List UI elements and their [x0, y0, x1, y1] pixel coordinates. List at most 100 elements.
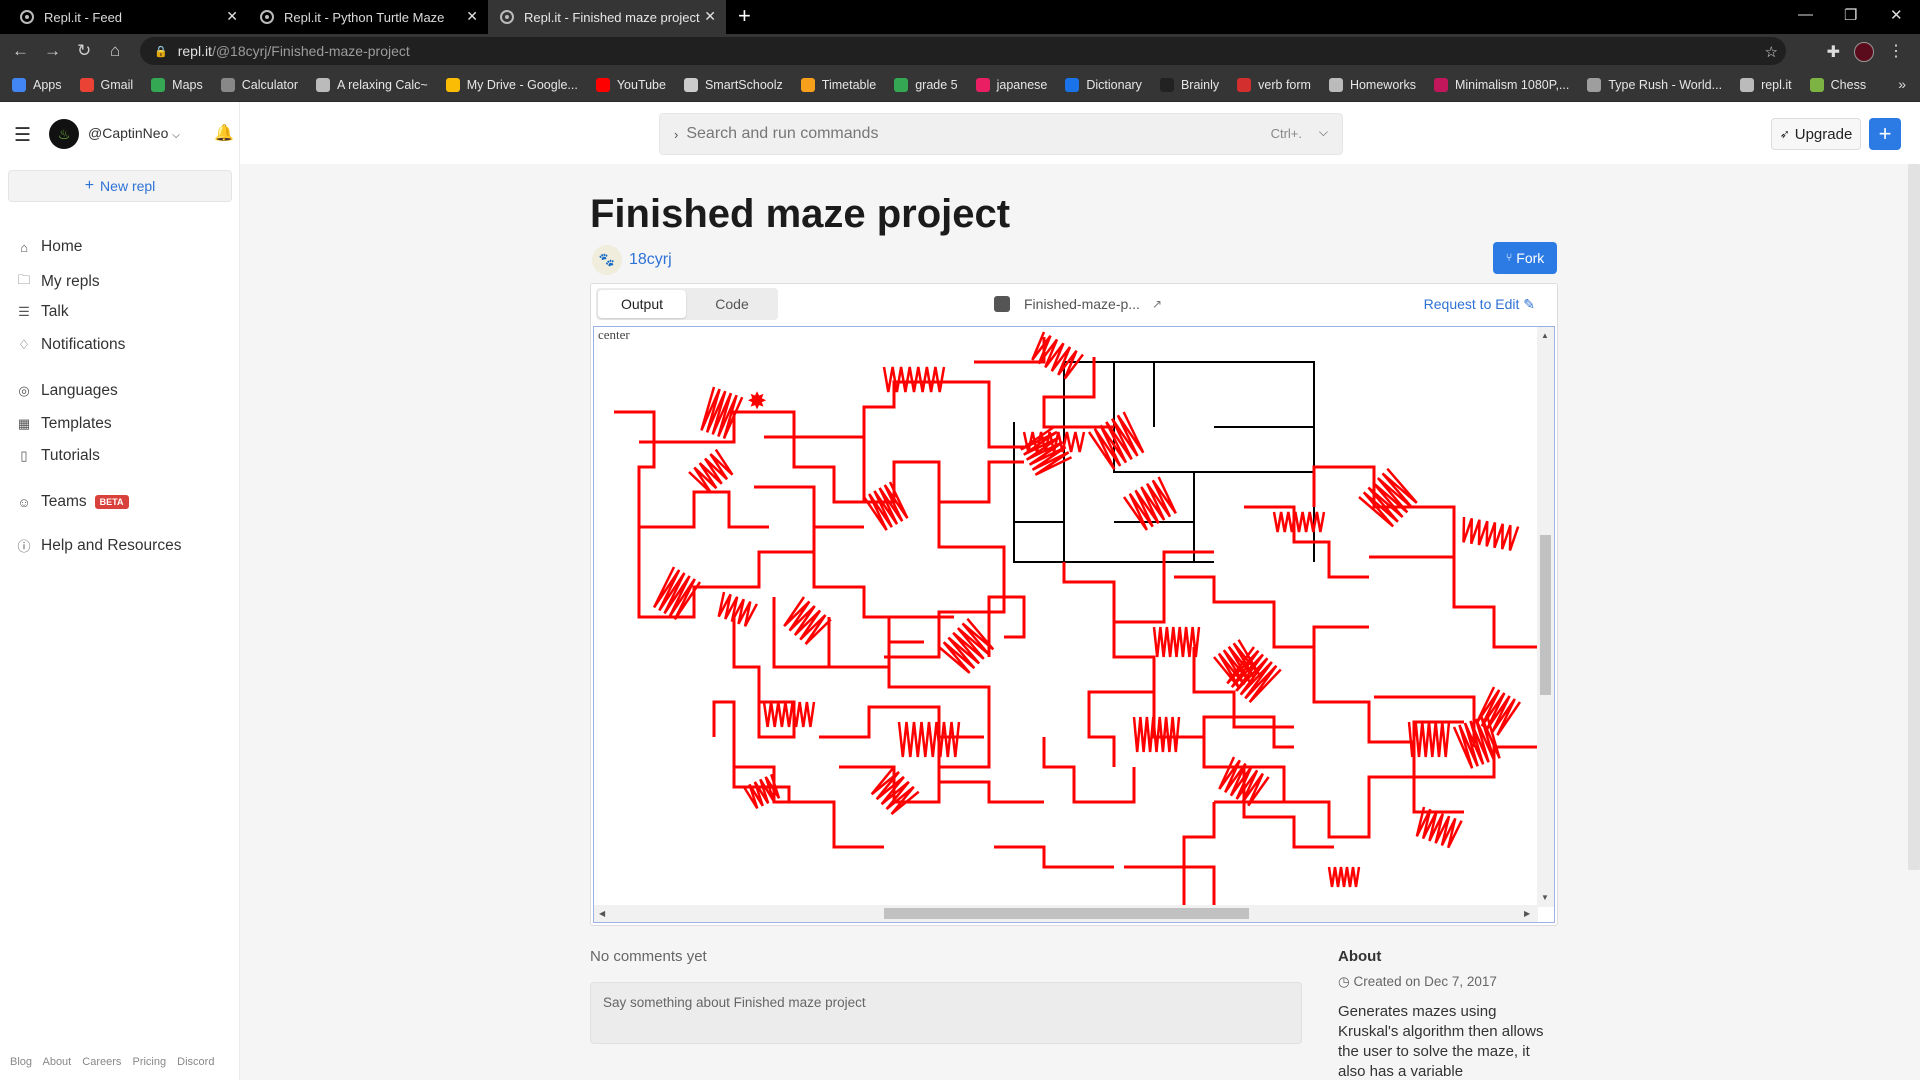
sidebar-item-my-repls[interactable]: 🗀 My repls: [16, 271, 100, 293]
globe-icon: ◎: [18, 383, 30, 398]
scroll-left-icon[interactable]: ◀: [599, 909, 605, 918]
search-input[interactable]: › Search and run commands Ctrl+. ⌵: [659, 113, 1343, 155]
bookmark-item[interactable]: verb form: [1237, 77, 1311, 92]
bookmark-item[interactable]: Brainly: [1159, 77, 1220, 92]
bookmark-item[interactable]: Apps: [12, 77, 62, 92]
sidebar-item-teams[interactable]: ☺ Teams BETA: [16, 493, 129, 511]
footer-link[interactable]: Pricing: [132, 1056, 166, 1068]
back-icon[interactable]: ←: [12, 42, 29, 60]
new-repl-label: New repl: [100, 178, 156, 194]
bookmark-item[interactable]: grade 5: [894, 77, 958, 92]
avatar[interactable]: ♨: [49, 119, 79, 149]
close-icon[interactable]: ✕: [704, 8, 716, 25]
minimize-icon[interactable]: —: [1798, 6, 1813, 23]
bookmark-item[interactable]: A relaxing Calc~: [316, 77, 428, 92]
bookmark-item[interactable]: japanese: [975, 77, 1047, 92]
browser-tab[interactable]: Repl.it - Feed ✕: [8, 0, 248, 34]
sidebar-item-home[interactable]: ⌂ Home: [16, 238, 82, 256]
search-placeholder: Search and run commands: [686, 125, 879, 142]
restore-icon[interactable]: ❐: [1844, 6, 1857, 24]
author-link[interactable]: 18cyrj: [629, 251, 672, 269]
scroll-down-icon[interactable]: ▼: [1541, 893, 1549, 902]
fork-button[interactable]: ⑂ Fork: [1493, 242, 1557, 274]
home-icon[interactable]: ⌂: [110, 42, 120, 60]
external-link-icon[interactable]: ↗: [1152, 297, 1162, 311]
bookmark-item[interactable]: Calculator: [220, 77, 298, 92]
maze-path: [1174, 575, 1369, 649]
bookmark-item[interactable]: YouTube: [595, 77, 666, 92]
footer-link[interactable]: About: [42, 1056, 71, 1068]
bookmark-label: A relaxing Calc~: [337, 77, 428, 92]
sidebar-item-talk[interactable]: ☰ Talk: [16, 303, 68, 321]
browser-tab[interactable]: Repl.it - Python Turtle Maze ✕: [248, 0, 488, 34]
scroll-thumb[interactable]: [1540, 535, 1551, 695]
author-avatar[interactable]: 🐾: [592, 245, 622, 275]
sidebar-item-label: Templates: [41, 415, 112, 432]
bookmark-item[interactable]: Type Rush - World...: [1587, 77, 1722, 92]
create-button[interactable]: +: [1869, 118, 1901, 150]
tab-output[interactable]: Output: [598, 290, 686, 318]
bookmark-item[interactable]: Chess: [1809, 77, 1866, 92]
close-window-icon[interactable]: ✕: [1890, 6, 1903, 24]
folder-icon: 🗀: [17, 272, 31, 287]
sidebar-item-label: Notifications: [41, 336, 126, 353]
bookmark-item[interactable]: Homeworks: [1328, 77, 1416, 92]
page-scrollbar[interactable]: [1908, 164, 1920, 870]
tab-code[interactable]: Code: [688, 290, 776, 318]
bookmark-item[interactable]: SmartSchoolz: [683, 77, 783, 92]
username-menu[interactable]: @CaptinNeo ⌵: [88, 125, 180, 141]
chevron-down-icon[interactable]: ⌵: [1319, 125, 1328, 140]
sidebar-item-label: My repls: [41, 273, 100, 290]
turtle-canvas[interactable]: ✸ center ▲ ▼ ◀ ▶: [593, 326, 1555, 923]
sidebar-item-languages[interactable]: ◎ Languages: [16, 382, 117, 400]
bookmark-item[interactable]: Gmail: [79, 77, 133, 92]
maze-path: [987, 595, 1026, 657]
url-field[interactable]: 🔒 repl.it/@18cyrj/Finished-maze-project: [140, 37, 1786, 65]
bell-icon[interactable]: 🔔: [214, 123, 234, 143]
bookmark-label: repl.it: [1761, 77, 1792, 92]
sidebar-item-templates[interactable]: ▦ Templates: [16, 415, 112, 433]
bookmark-label: SmartSchoolz: [704, 77, 783, 92]
canvas-horizontal-scrollbar[interactable]: ◀ ▶: [594, 905, 1538, 922]
bookmark-item[interactable]: Minimalism 1080P,...: [1433, 77, 1569, 92]
file-info[interactable]: Finished-maze-p... ↗: [994, 296, 1162, 312]
forward-icon[interactable]: →: [44, 42, 61, 60]
maze-scribble: [1031, 331, 1084, 380]
footer-link[interactable]: Discord: [177, 1056, 214, 1068]
profile-avatar[interactable]: [1854, 42, 1874, 62]
close-icon[interactable]: ✕: [466, 8, 478, 25]
reload-icon[interactable]: ↻: [77, 42, 91, 60]
footer-link[interactable]: Careers: [82, 1056, 121, 1068]
upgrade-button[interactable]: ➶ Upgrade: [1771, 118, 1861, 150]
bookmark-star-icon[interactable]: ☆: [1765, 43, 1778, 61]
extensions-icon[interactable]: ✚: [1827, 42, 1840, 62]
bookmark-item[interactable]: Dictionary: [1065, 77, 1142, 92]
new-tab-icon[interactable]: +: [738, 4, 751, 28]
more-bookmarks-icon[interactable]: »: [1898, 76, 1906, 92]
scroll-up-icon[interactable]: ▲: [1541, 331, 1549, 340]
maze-scribble: [688, 448, 734, 494]
bookmark-item[interactable]: Maps: [151, 77, 203, 92]
sidebar-item-tutorials[interactable]: ▯ Tutorials: [16, 447, 99, 465]
bookmark-label: Brainly: [1180, 77, 1220, 92]
sidebar-item-label: Help and Resources: [41, 536, 182, 554]
menu-icon[interactable]: ⋮: [1888, 41, 1904, 61]
canvas-vertical-scrollbar[interactable]: ▲ ▼: [1537, 327, 1554, 907]
comment-input[interactable]: Say something about Finished maze projec…: [590, 982, 1302, 1044]
browser-tab-active[interactable]: Repl.it - Finished maze project ✕: [488, 0, 726, 34]
scroll-right-icon[interactable]: ▶: [1524, 909, 1530, 918]
bookmark-item[interactable]: Timetable: [800, 77, 876, 92]
bookmark-label: verb form: [1258, 77, 1311, 92]
sidebar-item-notifications[interactable]: ♢ Notifications: [16, 336, 125, 354]
footer-link[interactable]: Blog: [10, 1056, 32, 1068]
bookmark-item[interactable]: repl.it: [1740, 77, 1792, 92]
new-repl-button[interactable]: + New repl: [8, 170, 232, 202]
replit-icon: [500, 10, 514, 24]
close-icon[interactable]: ✕: [226, 8, 238, 25]
request-edit-link[interactable]: Request to Edit ✎: [1424, 296, 1535, 313]
maze-scribble: [1087, 411, 1145, 471]
sidebar-item-help-and-resources[interactable]: ⓘ Help and Resources: [16, 536, 181, 555]
hamburger-menu-icon[interactable]: ☰: [14, 124, 31, 147]
scroll-thumb[interactable]: [884, 908, 1249, 919]
bookmark-item[interactable]: My Drive - Google...: [445, 77, 578, 92]
